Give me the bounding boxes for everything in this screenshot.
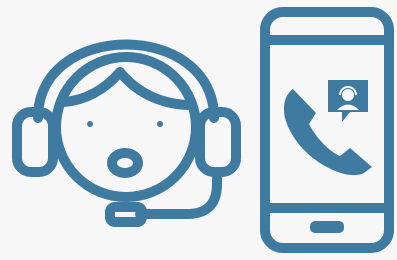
- badge-agent-head: [342, 89, 354, 101]
- headset-mic-capsule: [105, 202, 147, 227]
- agent-left-eye: [87, 121, 93, 127]
- support-agent-badge-icon: [328, 80, 368, 122]
- agent-right-eye: [157, 121, 163, 127]
- customer-support-illustration: [0, 0, 397, 260]
- smartphone-icon: [260, 7, 394, 253]
- smartphone-home-button: [310, 221, 344, 233]
- illustration-canvas: [12, 7, 394, 253]
- support-agent-headset-icon: [12, 39, 241, 227]
- agent-mouth: [107, 148, 143, 178]
